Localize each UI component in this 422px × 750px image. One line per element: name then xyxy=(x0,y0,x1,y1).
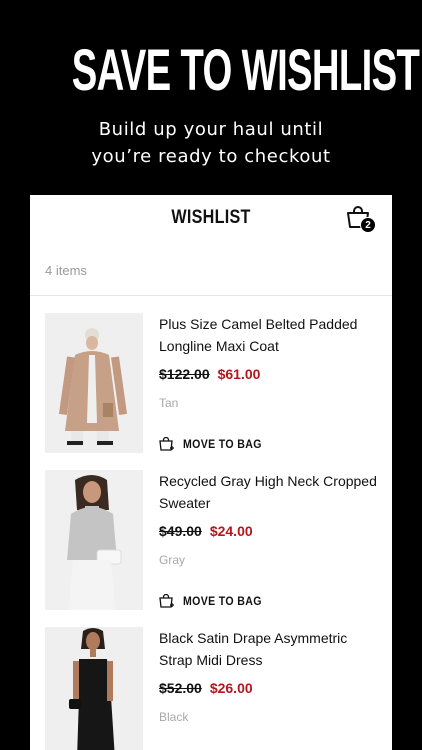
product-color: Tan xyxy=(159,396,179,410)
divider xyxy=(30,295,392,296)
product-image[interactable] xyxy=(45,470,143,610)
product-info: Recycled Gray High Neck Cropped Sweater … xyxy=(159,470,377,608)
wishlist-header: WISHLIST 2 xyxy=(30,195,392,245)
product-color: Gray xyxy=(159,553,186,567)
sale-price: $61.00 xyxy=(217,366,261,382)
wishlist-screen: WISHLIST 2 4 items Plus Size Camel Belte… xyxy=(30,195,392,750)
bag-add-icon xyxy=(159,594,174,608)
product-info: Black Satin Drape Asymmetric Strap Midi … xyxy=(159,627,377,724)
hero-subtitle-line2: you’re ready to checkout xyxy=(91,146,331,167)
original-price: $52.00 xyxy=(159,680,202,696)
item-count: 4 items xyxy=(45,263,87,278)
move-to-bag-button[interactable]: MOVE TO BAG xyxy=(159,594,273,608)
original-price: $49.00 xyxy=(159,523,202,539)
product-prices: $52.00 $26.00 xyxy=(159,680,377,696)
move-to-bag-label: MOVE TO BAG xyxy=(183,594,262,608)
sale-price: $26.00 xyxy=(209,680,253,696)
bag-button[interactable]: 2 xyxy=(346,205,376,235)
wishlist-item[interactable]: Black Satin Drape Asymmetric Strap Midi … xyxy=(45,627,377,750)
hero-subtitle: Build up your haul until you’re ready to… xyxy=(0,116,422,170)
product-prices: $49.00 $24.00 xyxy=(159,523,377,539)
page-title: WISHLIST xyxy=(171,207,251,228)
hero-title: SAVE TO WISHLIST xyxy=(71,38,420,103)
product-info: Plus Size Camel Belted Padded Longline M… xyxy=(159,313,377,451)
promo-hero: SAVE TO WISHLIST Build up your haul unti… xyxy=(0,0,422,196)
bag-count-badge: 2 xyxy=(360,217,376,233)
product-image[interactable] xyxy=(45,313,143,453)
product-color: Black xyxy=(159,710,189,724)
original-price: $122.00 xyxy=(159,366,210,382)
move-to-bag-label: MOVE TO BAG xyxy=(183,437,262,451)
bag-add-icon xyxy=(159,437,174,451)
wishlist-item[interactable]: Recycled Gray High Neck Cropped Sweater … xyxy=(45,470,377,610)
product-image[interactable] xyxy=(45,627,143,750)
product-name[interactable]: Black Satin Drape Asymmetric Strap Midi … xyxy=(159,627,377,671)
sale-price: $24.00 xyxy=(209,523,253,539)
product-name[interactable]: Plus Size Camel Belted Padded Longline M… xyxy=(159,313,377,357)
wishlist-item[interactable]: Plus Size Camel Belted Padded Longline M… xyxy=(45,313,377,453)
product-prices: $122.00 $61.00 xyxy=(159,366,377,382)
hero-subtitle-line1: Build up your haul until xyxy=(98,119,324,140)
product-name[interactable]: Recycled Gray High Neck Cropped Sweater xyxy=(159,470,377,514)
move-to-bag-button[interactable]: MOVE TO BAG xyxy=(159,437,273,451)
